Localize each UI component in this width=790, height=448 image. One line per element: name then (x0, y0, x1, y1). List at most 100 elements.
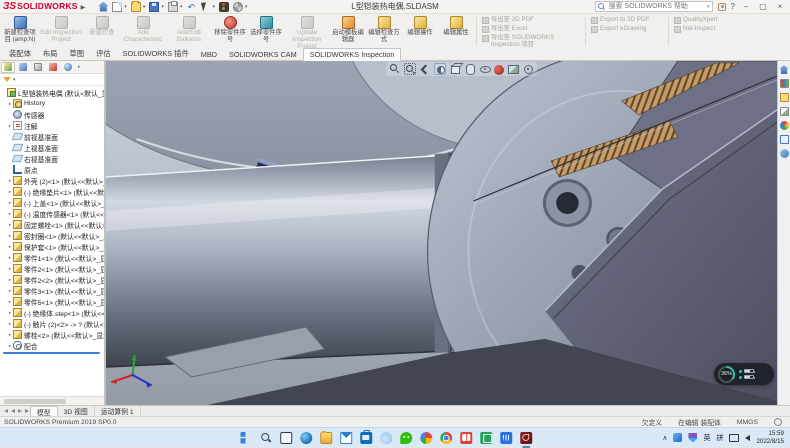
doc-tab-3d-views[interactable]: 3D 视图 (58, 406, 95, 416)
taskpane-icon-view-palette[interactable] (780, 107, 789, 116)
ribbon-button-edit-operations[interactable]: 编辑操作 (402, 15, 438, 48)
taskbar-icon-red-book-app[interactable] (460, 432, 472, 444)
tab-assembly[interactable]: 装配体 (3, 48, 37, 60)
taskbar-icon-store[interactable] (360, 432, 372, 444)
taskbar-icon-start[interactable] (240, 432, 252, 444)
taskbar-icon-file-explorer[interactable] (320, 432, 332, 444)
save-icon[interactable] (149, 2, 159, 12)
tree-item[interactable]: ▸ (-) 绝缘体.step<1> (默认<<默认 (0, 307, 104, 318)
ime-indicator[interactable]: 拼 (716, 433, 723, 443)
close-button[interactable]: × (774, 1, 786, 13)
tab-mbd[interactable]: MBD (195, 49, 223, 60)
taskpane-icon-custom-properties[interactable] (780, 135, 789, 144)
export-menu-item[interactable]: Export eDrawing (591, 26, 663, 33)
tree-item[interactable]: ▸ 原点 (0, 164, 104, 175)
tree-item[interactable]: ▸ 零件1<1> (默认<<默认>_显示状态 (0, 252, 104, 263)
help-search-box[interactable]: ▾ (595, 1, 713, 12)
language-indicator[interactable]: 英 (703, 433, 710, 443)
tab-displaymanager[interactable] (61, 62, 75, 73)
tab-inspection[interactable]: SOLIDWORKS Inspection (303, 48, 402, 61)
tray-overflow-chevron-icon[interactable]: ∧ (662, 434, 667, 442)
taskpane-icon-appearances-scenes[interactable] (780, 121, 789, 130)
tab-configurationmanager[interactable] (31, 62, 45, 73)
select-cursor-icon[interactable] (200, 2, 210, 12)
ribbon-button-launch-template-editor[interactable]: 启动模板编辑器 (330, 15, 366, 48)
tree-item[interactable]: ▸ (-) 温度传感器<1> (默认<<默认>_ (0, 208, 104, 219)
open-dropdown-icon[interactable]: ▾ (143, 4, 146, 10)
tree-item[interactable]: ▸ 螺栓<2> (默认<<默认>_显示状态 (0, 329, 104, 340)
export-menu-item[interactable]: Export to 3D PDF (591, 17, 663, 24)
doc-tab-motion-study-1[interactable]: 运动算例 1 (95, 406, 141, 416)
graphics-viewport[interactable]: 36% (106, 61, 790, 405)
tree-item[interactable]: ▸ L型铠装热电偶 (默认<默认_显示状态-1 (0, 87, 104, 98)
tab-cam[interactable]: SOLIDWORKS CAM (223, 49, 303, 60)
options-gear-icon[interactable] (233, 2, 243, 12)
tab-layout[interactable]: 布局 (37, 48, 64, 60)
filter-dropdown-icon[interactable]: ▾ (13, 77, 16, 83)
tree-horizontal-scrollbar[interactable] (0, 396, 104, 405)
tree-item[interactable]: ▸ 上视基准面 (0, 142, 104, 153)
taskbar-icon-wps[interactable] (500, 432, 512, 444)
taskbar-icon-photos[interactable] (420, 432, 432, 444)
taskpane-icon-solidworks-resources[interactable] (780, 65, 789, 74)
tree-item[interactable]: ▸ History (0, 98, 104, 109)
tab-addins[interactable]: SOLIDWORKS 插件 (117, 48, 195, 60)
hud-icon-zoom-to-fit[interactable] (389, 63, 401, 75)
tree-item[interactable]: ▸ 零件2<2> (默认<<默认>_显示状态 (0, 274, 104, 285)
filter-funnel-icon[interactable] (3, 77, 11, 82)
taskpane-icon-file-explorer[interactable] (780, 93, 789, 102)
units-selector[interactable]: MMGS (737, 419, 758, 426)
tree-item[interactable]: ▸ 零件3<1> (默认<<默认>_显示状态 (0, 285, 104, 296)
ribbon-button-remove-balloons[interactable]: 移除零件序号 (212, 15, 248, 48)
rollback-bar[interactable] (3, 352, 100, 354)
tab-evaluate[interactable]: 评估 (90, 48, 117, 60)
tray-app-icon[interactable] (673, 433, 682, 442)
partner-menu-item[interactable]: Net-Inspect (674, 26, 734, 33)
search-input[interactable] (607, 2, 705, 11)
taskbar-icon-green-app[interactable] (480, 432, 492, 444)
tree-item[interactable]: ▸ 前视基准面 (0, 131, 104, 142)
taskbar-icon-task-view[interactable] (280, 432, 292, 444)
tab-scroll-right-icon[interactable] (16, 408, 23, 415)
display-icon[interactable] (729, 434, 739, 442)
hud-icon-zoom-to-area[interactable] (404, 63, 416, 75)
taskbar-icon-search[interactable] (260, 432, 272, 444)
tree-item[interactable]: ▸ 固定螺栓<1> (默认<<默认>_显示 (0, 219, 104, 230)
tree-item[interactable]: ▸ 传感器 (0, 109, 104, 120)
home-icon[interactable] (98, 2, 108, 12)
tree-item[interactable]: ▸ 右视基准面 (0, 153, 104, 164)
ribbon-button-add-characteristic[interactable]: Add Characteristic (120, 15, 166, 48)
hud-icon-hide-show-items[interactable] (479, 63, 491, 75)
rebuild-traffic-light-icon[interactable] (219, 2, 229, 12)
taskbar-clock[interactable]: 15:59 2022/8/15 (756, 430, 784, 445)
print-dropdown-icon[interactable]: ▾ (180, 4, 183, 10)
partner-menu-item[interactable]: QualityXpert (674, 17, 734, 24)
taskbar-icon-mail[interactable] (340, 432, 352, 444)
taskbar-icon-edge[interactable] (300, 432, 312, 444)
tree-item[interactable]: ▸ (-) 上盖<1> (默认<<默认>_显示状 (0, 197, 104, 208)
user-account-icon[interactable] (718, 3, 726, 11)
options-dropdown-icon[interactable]: ▾ (245, 4, 248, 10)
tab-sketch[interactable]: 草图 (63, 48, 90, 60)
scrollbar-thumb[interactable] (4, 399, 66, 404)
help-button[interactable]: ? (731, 2, 735, 11)
tree-item[interactable]: ▸ 外壳 (2)<1> (默认<<默认>_显示状 (0, 175, 104, 186)
hud-icon-display-style[interactable] (464, 63, 476, 75)
open-icon[interactable] (131, 2, 141, 12)
tree-item[interactable]: ▸ 保护套<1> (默认<<默认>_显示状 (0, 241, 104, 252)
hud-icon-section-view[interactable] (434, 63, 446, 75)
tree-item[interactable]: ▸ 配合 (0, 340, 104, 351)
undo-icon[interactable]: ↶ (186, 2, 196, 12)
export-menu-item[interactable]: 导出至 SOLIDWORKS Inspection 项目 (482, 35, 580, 49)
ribbon-button-new-inspection-project[interactable]: 新建检查项目 (amp;N) (2, 15, 38, 48)
tree-item[interactable]: ▸ 密封圈<1> (默认<<默认>_显示状 (0, 230, 104, 241)
new-dropdown-icon[interactable]: ▾ (124, 4, 127, 10)
menu-flyout-icon[interactable]: ▶ (81, 4, 86, 11)
ribbon-button-add-edit-balloons[interactable]: Add/Edit Balloons (166, 15, 212, 48)
tab-propertymanager[interactable] (16, 62, 30, 73)
taskbar-icon-wechat[interactable] (400, 432, 412, 444)
print-icon[interactable] (168, 2, 178, 12)
new-document-icon[interactable] (112, 2, 122, 12)
minimize-button[interactable]: – (740, 1, 752, 13)
tab-dimxpertmanager[interactable] (46, 62, 60, 73)
